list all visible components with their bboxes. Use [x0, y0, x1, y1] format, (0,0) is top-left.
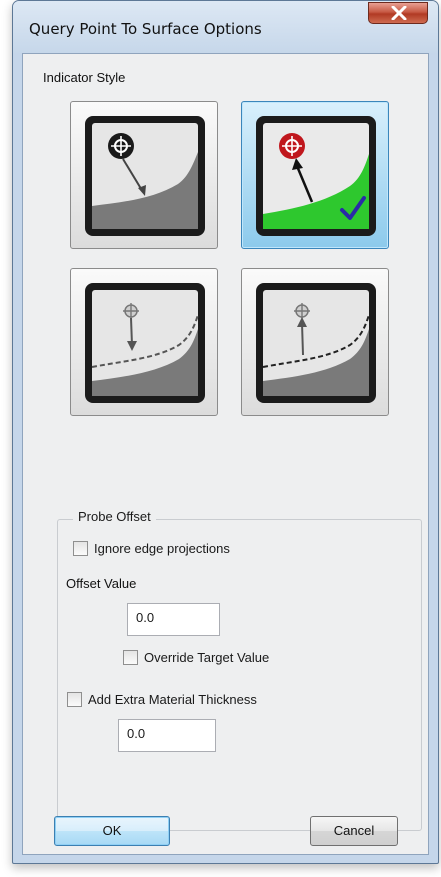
extra-thickness-label: Add Extra Material Thickness — [88, 692, 257, 707]
cancel-button[interactable]: Cancel — [310, 816, 398, 846]
extra-thickness-box[interactable] — [67, 692, 82, 707]
indicator-style-1-button[interactable] — [70, 101, 218, 249]
ignore-edge-box[interactable] — [73, 541, 88, 556]
extra-thickness-field[interactable]: 0.0 — [118, 719, 216, 752]
dialog-body: Indicator Style Probe Offset Ignore edge… — [22, 53, 429, 855]
dialog-window: Query Point To Surface Options Indicator… — [12, 0, 439, 864]
ignore-edge-checkbox[interactable]: Ignore edge projections — [73, 541, 230, 556]
override-target-box[interactable] — [123, 650, 138, 665]
indicator-style-2-button[interactable] — [241, 101, 389, 249]
title-bar[interactable]: Query Point To Surface Options — [13, 1, 438, 53]
probe-offset-group — [57, 519, 422, 831]
arrow-down-dashed-offset-icon — [85, 283, 205, 403]
dialog-title: Query Point To Surface Options — [29, 20, 262, 38]
indicator-style-label: Indicator Style — [43, 70, 126, 85]
arrow-down-to-surface-icon — [85, 116, 205, 236]
indicator-style-4-button[interactable] — [241, 268, 389, 416]
extra-thickness-checkbox[interactable]: Add Extra Material Thickness — [67, 692, 257, 707]
probe-offset-legend: Probe Offset — [73, 509, 156, 524]
ok-button[interactable]: OK — [54, 816, 170, 846]
override-target-label: Override Target Value — [144, 650, 270, 665]
offset-value-label: Offset Value — [66, 576, 137, 591]
close-button[interactable] — [368, 2, 428, 24]
ignore-edge-label: Ignore edge projections — [94, 541, 230, 556]
arrow-up-dashed-offset-icon — [256, 283, 376, 403]
offset-value-field[interactable]: 0.0 — [127, 603, 220, 636]
close-x-icon — [391, 6, 407, 20]
override-target-checkbox[interactable]: Override Target Value — [123, 650, 269, 665]
arrow-up-from-surface-green-icon — [256, 116, 376, 236]
indicator-style-3-button[interactable] — [70, 268, 218, 416]
